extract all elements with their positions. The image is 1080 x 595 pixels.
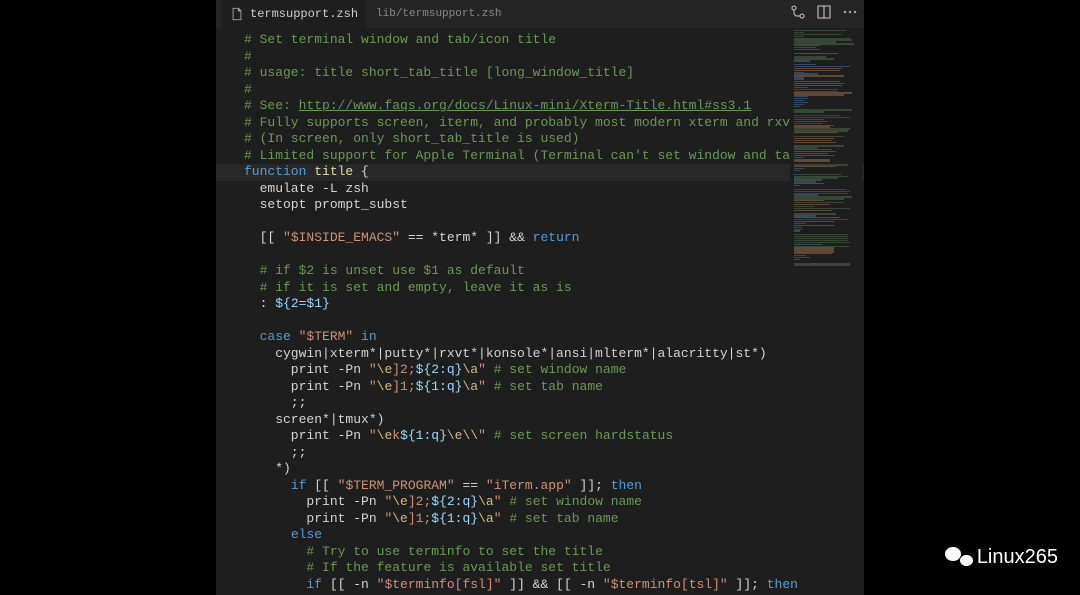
code-line[interactable]: print -Pn "\ek${1:q}\e\\" # set screen h… xyxy=(244,428,864,445)
code-line[interactable]: # If the feature is available set title xyxy=(244,560,864,577)
code-line[interactable] xyxy=(244,214,864,231)
code-line[interactable]: print -Pn "\e]1;${1:q}\a" # set tab name xyxy=(244,379,864,396)
split-editor-icon[interactable] xyxy=(816,4,832,25)
code-line[interactable]: screen*|tmux*) xyxy=(244,412,864,429)
code-area[interactable]: # Set terminal window and tab/icon title… xyxy=(216,28,864,595)
wechat-icon xyxy=(945,545,973,569)
code-line[interactable]: : ${2=$1} xyxy=(244,296,864,313)
tab-actions xyxy=(790,4,858,25)
code-line[interactable]: print -Pn "\e]2;${2:q}\a" # set window n… xyxy=(244,362,864,379)
code-line[interactable]: cygwin|xterm*|putty*|rxvt*|konsole*|ansi… xyxy=(244,346,864,363)
code-line[interactable]: if [[ "$TERM_PROGRAM" == "iTerm.app" ]];… xyxy=(244,478,864,495)
code-line[interactable] xyxy=(244,313,864,330)
code-line[interactable]: else xyxy=(244,527,864,544)
code-line[interactable]: print -Pn "\e]1;${1:q}\a" # set tab name xyxy=(244,511,864,528)
code-line[interactable]: # Set terminal window and tab/icon title xyxy=(244,32,864,49)
compare-icon[interactable] xyxy=(790,4,806,25)
code-line[interactable]: # Limited support for Apple Terminal (Te… xyxy=(244,148,864,165)
code-line[interactable]: emulate -L zsh xyxy=(244,181,864,198)
file-icon xyxy=(230,7,244,21)
code-line[interactable]: # xyxy=(244,49,864,66)
minimap[interactable] xyxy=(790,30,862,300)
code-line[interactable]: # Try to use terminfo to set the title xyxy=(244,544,864,561)
more-actions-icon[interactable] xyxy=(842,4,858,25)
code-line[interactable] xyxy=(244,247,864,264)
editor-window: termsupport.zsh lib/termsupport.zsh # Se… xyxy=(216,0,864,595)
code-line[interactable]: case "$TERM" in xyxy=(244,329,864,346)
code-line[interactable]: setopt prompt_subst xyxy=(244,197,864,214)
code-line[interactable]: ;; xyxy=(244,445,864,462)
code-line[interactable]: # if it is set and empty, leave it as is xyxy=(244,280,864,297)
code-line[interactable]: ;; xyxy=(244,395,864,412)
code-line[interactable]: print -Pn "\e]2;${2:q}\a" # set window n… xyxy=(244,494,864,511)
watermark: Linux265 xyxy=(945,545,1058,569)
code-line[interactable]: # xyxy=(244,82,864,99)
code-line[interactable]: # (In screen, only short_tab_title is us… xyxy=(244,131,864,148)
tab-filename: termsupport.zsh xyxy=(250,7,358,21)
editor-body: # Set terminal window and tab/icon title… xyxy=(216,28,864,595)
editor-tab[interactable]: termsupport.zsh xyxy=(222,0,366,28)
code-line[interactable]: # Fully supports screen, iterm, and prob… xyxy=(244,115,864,132)
code-line[interactable]: function title { xyxy=(216,164,864,181)
watermark-text: Linux265 xyxy=(977,546,1058,569)
code-line[interactable]: *) xyxy=(244,461,864,478)
breadcrumb: lib/termsupport.zsh xyxy=(372,8,501,20)
tab-bar: termsupport.zsh lib/termsupport.zsh xyxy=(216,0,864,28)
code-line[interactable]: [[ "$INSIDE_EMACS" == *term* ]] && retur… xyxy=(244,230,864,247)
code-line[interactable]: # if $2 is unset use $1 as default xyxy=(244,263,864,280)
code-line[interactable]: # See: http://www.faqs.org/docs/Linux-mi… xyxy=(244,98,864,115)
code-line[interactable]: # usage: title short_tab_title [long_win… xyxy=(244,65,864,82)
code-line[interactable]: if [[ -n "$terminfo[fsl]" ]] && [[ -n "$… xyxy=(244,577,864,594)
